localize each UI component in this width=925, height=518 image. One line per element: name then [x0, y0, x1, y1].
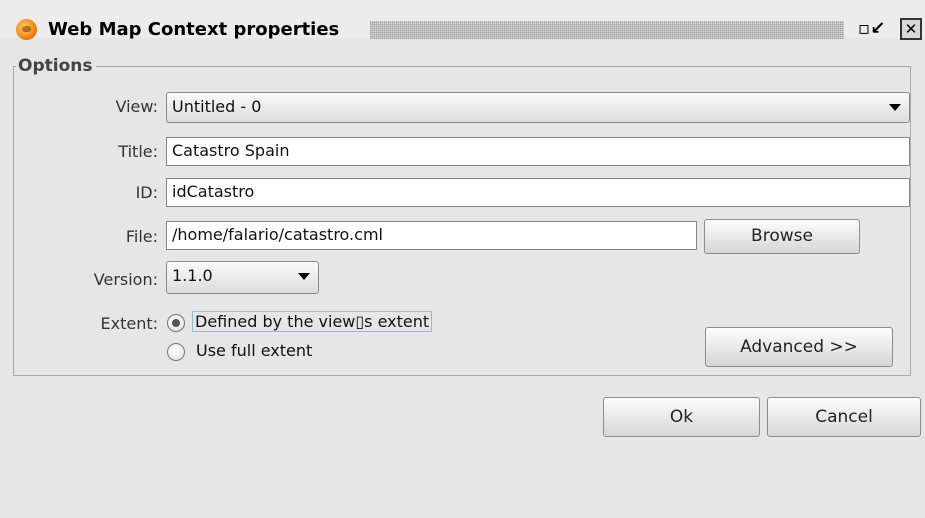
view-select[interactable]: Untitled - 0 [166, 92, 910, 123]
chevron-down-icon [298, 273, 310, 280]
close-button[interactable]: ✕ [900, 18, 922, 40]
version-label: Version: [93, 270, 158, 289]
advanced-button[interactable]: Advanced >> [705, 327, 893, 367]
view-label: View: [115, 97, 158, 116]
extent-full-label[interactable]: Use full extent [196, 341, 312, 360]
app-icon [16, 19, 37, 40]
id-field[interactable]: idCatastro [166, 178, 910, 207]
title-bar-grip[interactable] [370, 21, 844, 39]
browse-button[interactable]: Browse [704, 219, 860, 254]
file-field[interactable]: /home/falario/catastro.cml [166, 221, 697, 250]
file-label: File: [125, 227, 158, 246]
chevron-down-icon [889, 104, 901, 111]
ok-button[interactable]: Ok [603, 397, 760, 437]
view-select-value: Untitled - 0 [172, 97, 262, 116]
extent-view-radio[interactable] [167, 314, 185, 332]
extent-label: Extent: [100, 314, 159, 333]
title-label: Title: [118, 142, 158, 161]
version-select[interactable]: 1.1.0 [166, 261, 319, 294]
title-bar[interactable]: Web Map Context properties ▫↙ ✕ [0, 0, 925, 40]
title-field[interactable]: Catastro Spain [166, 137, 910, 166]
extent-view-label[interactable]: Defined by the view▯s extent [191, 311, 433, 332]
version-select-value: 1.1.0 [172, 266, 213, 285]
id-label: ID: [135, 183, 158, 202]
window-title: Web Map Context properties [48, 19, 340, 40]
cancel-button[interactable]: Cancel [767, 397, 921, 437]
extent-full-radio[interactable] [167, 343, 185, 361]
minimize-button[interactable]: ▫↙ [858, 18, 885, 40]
extent-view-text: Defined by the view▯s extent [191, 311, 433, 332]
options-legend: Options [18, 56, 93, 76]
